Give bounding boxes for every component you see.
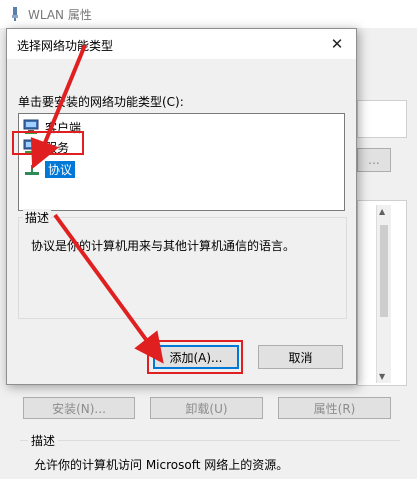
background-window-titlebar: WLAN 属性 — [0, 0, 417, 28]
connect-using-box — [357, 100, 407, 138]
description-label: 描述 — [23, 209, 52, 226]
properties-button[interactable]: 属性(R) — [278, 397, 391, 419]
install-button[interactable]: 安装(N)... — [23, 397, 135, 419]
scroll-thumb[interactable] — [380, 225, 388, 317]
components-scrollbar[interactable]: ▲ ▼ — [376, 205, 391, 383]
select-network-feature-dialog: 选择网络功能类型 ✕ 单击要安装的网络功能类型(C): 客户端 服务 协议 描述… — [6, 28, 357, 385]
cancel-button[interactable]: 取消 — [258, 345, 343, 369]
close-icon[interactable]: ✕ — [326, 34, 348, 54]
scroll-down-icon[interactable]: ▼ — [379, 372, 385, 381]
annotation-highlight-protocol — [12, 131, 84, 155]
background-description-text: 允许你的计算机访问 Microsoft 网络上的资源。 — [34, 458, 289, 472]
dialog-titlebar: 选择网络功能类型 ✕ — [7, 29, 356, 59]
scroll-up-icon[interactable]: ▲ — [379, 207, 385, 216]
annotation-highlight-add — [147, 340, 243, 374]
configure-button[interactable]: ... — [357, 148, 391, 172]
feature-type-list[interactable]: 客户端 服务 协议 — [18, 113, 345, 211]
feature-type-prompt: 单击要安装的网络功能类型(C): — [18, 95, 184, 109]
list-item-label: 协议 — [45, 160, 76, 178]
list-item-protocol[interactable]: 协议 — [23, 160, 76, 178]
background-window-title: WLAN 属性 — [28, 8, 92, 22]
wlan-adapter-icon — [12, 7, 18, 21]
description-text: 协议是你的计算机用来与其他计算机通信的语言。 — [31, 239, 296, 253]
uninstall-button[interactable]: 卸载(U) — [150, 397, 263, 419]
dialog-title: 选择网络功能类型 — [17, 39, 114, 53]
description-group — [18, 217, 347, 319]
background-description-label: 描述 — [28, 432, 59, 449]
protocol-icon — [25, 165, 39, 175]
